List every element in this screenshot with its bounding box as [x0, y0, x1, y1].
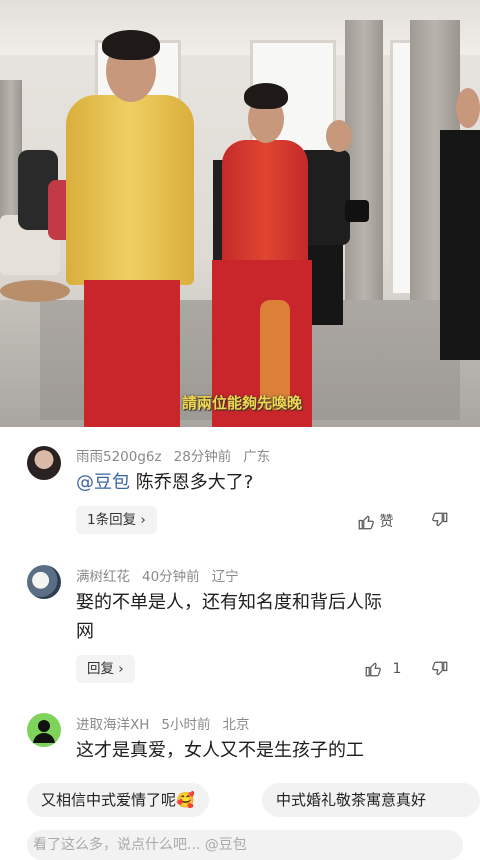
suggestion-chip[interactable]: 中式婚礼敬茶寓意真好: [262, 783, 480, 817]
like-button[interactable]: 赞: [357, 511, 393, 531]
comment-username[interactable]: 雨雨5200g6z: [76, 449, 162, 465]
comment-time: 40分钟前: [142, 569, 200, 585]
comment-text: 这才是真爱，女人又不是生孩子的工: [76, 740, 364, 761]
guest-right-head: [456, 88, 480, 128]
comment-time: 28分钟前: [173, 449, 232, 465]
mention-link[interactable]: @豆包: [76, 472, 130, 493]
video-subtitle: 請兩位能夠先喚晚: [182, 394, 303, 412]
comment-username[interactable]: 进取海洋XH: [76, 717, 149, 733]
comment-text: 娶的不单是人，还有知名度和背后人际 网: [76, 592, 382, 642]
like-label: 赞: [379, 514, 394, 530]
groom-skirt: [84, 280, 180, 427]
avatar[interactable]: [27, 713, 61, 747]
comment-text: @豆包 陈乔恩多大了?: [76, 472, 254, 493]
comment-location: 北京: [222, 717, 250, 733]
reply-button[interactable]: 回复 ›: [76, 655, 135, 683]
comment-location: 辽宁: [211, 569, 239, 585]
groom-hair: [102, 30, 160, 60]
avatar[interactable]: [27, 565, 61, 599]
coffee-table: [0, 280, 70, 302]
thumbs-up-icon: [358, 515, 374, 530]
suggestion-chip[interactable]: 又相信中式爱情了呢🥰: [27, 783, 209, 817]
comment-username[interactable]: 满树红花: [76, 569, 130, 585]
view-replies-button[interactable]: 1条回复 ›: [76, 506, 157, 534]
thumbs-up-icon: [365, 662, 381, 677]
comment-item: 进取海洋XH 5小时前 北京 这才是真爱，女人又不是生孩子的工: [0, 707, 480, 773]
camera-icon: [345, 200, 369, 222]
comment-item: 雨雨5200g6z 28分钟前 广东 @豆包 陈乔恩多大了? 1条回复 › 赞: [0, 427, 480, 557]
avatar[interactable]: [27, 446, 61, 480]
thumbs-down-icon: [432, 512, 448, 527]
guest-right: [440, 130, 480, 360]
bride-jacket: [222, 140, 308, 270]
dislike-button[interactable]: [431, 511, 449, 529]
groom-robe: [66, 95, 194, 285]
like-button[interactable]: 1: [364, 660, 401, 678]
like-count: 1: [392, 661, 402, 677]
photographer-head: [326, 120, 352, 152]
comment-item: 满树红花 40分钟前 辽宁 娶的不单是人，还有知名度和背后人际 网 回复 › 1: [0, 557, 480, 707]
dislike-button[interactable]: [431, 660, 449, 678]
thumbs-down-icon: [432, 661, 448, 676]
video-player[interactable]: 請兩位能夠先喚晚: [0, 0, 480, 427]
user-silhouette-icon: [33, 720, 55, 743]
comment-input[interactable]: 看了这么多，说点什么吧... @豆包: [27, 830, 463, 860]
curtain: [345, 20, 383, 310]
comment-time: 5小时前: [161, 717, 211, 733]
bride-hair: [244, 83, 288, 109]
comment-location: 广东: [243, 449, 271, 465]
